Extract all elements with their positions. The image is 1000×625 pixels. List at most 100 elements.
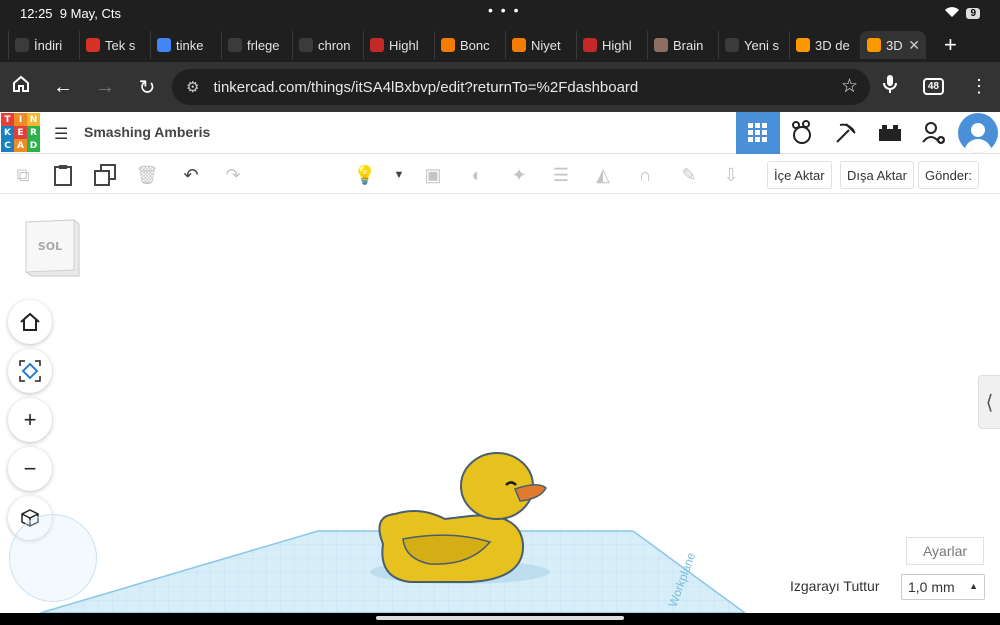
tab-label: Tek s bbox=[105, 37, 136, 53]
logo-letter: C bbox=[1, 139, 14, 152]
globe-icon bbox=[725, 38, 739, 52]
view-cube-label: SOL bbox=[38, 240, 62, 253]
logo-letter: K bbox=[1, 126, 14, 139]
redo-icon[interactable]: ↷ bbox=[220, 162, 246, 188]
status-right: 9 bbox=[944, 6, 980, 21]
settings-button[interactable]: Ayarlar bbox=[906, 537, 984, 565]
duplicate-icon[interactable] bbox=[92, 162, 118, 188]
export-button[interactable]: Dışa Aktar bbox=[840, 161, 914, 189]
home-icon[interactable] bbox=[0, 74, 42, 100]
paint-icon[interactable]: ✎ bbox=[676, 162, 702, 188]
browser-tab[interactable]: Yeni s bbox=[718, 31, 789, 59]
3d-design-view-icon[interactable] bbox=[736, 112, 780, 154]
browser-tab[interactable]: chron bbox=[292, 31, 363, 59]
group-icon[interactable]: ▣ bbox=[420, 162, 446, 188]
browser-tab[interactable]: Niyet bbox=[505, 31, 576, 59]
browser-tab[interactable]: tinke bbox=[150, 31, 221, 59]
browser-tab[interactable]: Highl bbox=[576, 31, 647, 59]
reload-icon[interactable]: ↻ bbox=[126, 75, 168, 100]
browser-tab[interactable]: frlege bbox=[221, 31, 292, 59]
browser-tab[interactable]: Bonc bbox=[434, 31, 505, 59]
ungroup-icon[interactable]: ◐ bbox=[464, 162, 490, 188]
tinkercad-icon bbox=[867, 38, 881, 52]
new-tab-icon[interactable]: + bbox=[944, 32, 957, 58]
tab-label: tinke bbox=[176, 37, 204, 53]
undo-icon[interactable]: ↶ bbox=[178, 162, 204, 188]
pickaxe-icon[interactable] bbox=[824, 112, 868, 154]
design-title[interactable]: Smashing Amberis bbox=[84, 124, 210, 140]
tab-label: Yeni s bbox=[744, 37, 779, 53]
logo-letter: R bbox=[27, 126, 40, 139]
back-arrow-icon[interactable]: ← bbox=[42, 76, 84, 99]
browser-tab[interactable]: Brain bbox=[647, 31, 718, 59]
shape-icon[interactable]: ✦ bbox=[506, 162, 532, 188]
tinkercad-app: TINKERCAD ☰ Smashing Amberis ⧉ 🗑 ↶ ↷ 💡 ▼… bbox=[0, 112, 1000, 613]
chrome-icon bbox=[299, 38, 313, 52]
add-user-icon[interactable] bbox=[912, 112, 956, 154]
magnet-icon[interactable]: ∩ bbox=[632, 162, 658, 188]
highlight-icon bbox=[583, 38, 597, 52]
mirror-icon[interactable]: ◭ bbox=[590, 162, 616, 188]
tab-label: chron bbox=[318, 37, 351, 53]
status-time: 12:25 9 May, Cts bbox=[20, 6, 121, 21]
paste-icon[interactable] bbox=[50, 162, 76, 188]
tab-label: İndiri bbox=[34, 37, 63, 53]
delete-icon[interactable]: 🗑 bbox=[134, 162, 160, 188]
close-tab-icon[interactable]: ✕ bbox=[908, 37, 920, 54]
home-indicator[interactable] bbox=[376, 616, 624, 620]
tab-label: frlege bbox=[247, 37, 280, 53]
tinkercad-icon bbox=[796, 38, 810, 52]
zoom-out-button[interactable]: − bbox=[8, 447, 52, 491]
browser-tab[interactable]: İndiri bbox=[8, 31, 79, 59]
drop-icon[interactable]: ⇩ bbox=[718, 162, 744, 188]
hb-icon bbox=[512, 38, 526, 52]
user-avatar[interactable] bbox=[958, 113, 998, 153]
logo-letter: N bbox=[27, 113, 40, 126]
brick-icon[interactable] bbox=[868, 112, 912, 154]
logo-letter: I bbox=[14, 113, 27, 126]
tab-label: 3D bbox=[886, 37, 903, 53]
microphone-icon[interactable] bbox=[882, 74, 897, 99]
snap-grid-label: Izgarayı Tuttur bbox=[790, 578, 880, 594]
browser-toolbar: ← → ↻ ⚙ tinkercad.com/things/itSA4lBxbvp… bbox=[0, 62, 1000, 112]
home-view-button[interactable] bbox=[8, 300, 52, 344]
3d-viewport[interactable]: Workplane SOL + − ⟨ Ayarlar Izgarayı Tut… bbox=[0, 194, 1000, 613]
browser-tab[interactable]: Tek s bbox=[79, 31, 150, 59]
workplane-scene: Workplane bbox=[39, 452, 747, 613]
orbit-joystick[interactable] bbox=[9, 514, 97, 602]
google-icon bbox=[157, 38, 171, 52]
blocks-view-icon[interactable] bbox=[780, 112, 824, 154]
logo-letter: T bbox=[1, 113, 14, 126]
gmail-icon bbox=[86, 38, 100, 52]
caret-down-icon: ▲ bbox=[969, 581, 978, 591]
view-cube[interactable]: SOL bbox=[24, 218, 81, 277]
address-bar[interactable]: ⚙ tinkercad.com/things/itSA4lBxbvp/edit?… bbox=[172, 69, 870, 105]
send-to-button[interactable]: Gönder: bbox=[918, 161, 979, 189]
browser-tab-strip: İndiri Tek s tinke frlege chron Highl Bonc Niye… bbox=[0, 28, 1000, 62]
import-button[interactable]: İçe Aktar bbox=[767, 161, 832, 189]
bookmark-star-icon[interactable]: ☆ bbox=[841, 75, 858, 98]
snap-grid-select[interactable]: 1,0 mm ▲ bbox=[901, 574, 985, 600]
fit-view-button[interactable] bbox=[8, 349, 52, 393]
more-menu-icon[interactable]: ⋮ bbox=[970, 76, 988, 97]
zoom-in-button[interactable]: + bbox=[8, 398, 52, 442]
shapes-panel-toggle-icon[interactable]: ⟨ bbox=[978, 375, 1000, 429]
site-settings-icon[interactable]: ⚙ bbox=[186, 78, 199, 96]
snap-grid-value: 1,0 mm bbox=[908, 579, 955, 595]
copy-icon[interactable]: ⧉ bbox=[10, 162, 36, 188]
tab-count-button[interactable]: 48 bbox=[922, 78, 944, 95]
tinkercad-logo[interactable]: TINKERCAD bbox=[1, 113, 41, 153]
light-bulb-icon[interactable]: 💡 bbox=[352, 162, 378, 188]
browser-tab[interactable]: Highl bbox=[363, 31, 434, 59]
multitask-dots[interactable]: • • • bbox=[488, 2, 520, 18]
forward-arrow-icon[interactable]: → bbox=[84, 76, 126, 99]
browser-tab[interactable]: 3D de bbox=[789, 31, 860, 59]
align-icon[interactable]: ☰ bbox=[548, 162, 574, 188]
status-bar: 12:25 9 May, Cts • • • 9 bbox=[0, 0, 1000, 28]
browser-tab[interactable]: 3D ✕ bbox=[860, 31, 926, 59]
hamburger-menu-icon[interactable]: ☰ bbox=[54, 124, 68, 144]
logo-letter: D bbox=[27, 139, 40, 152]
globe-icon bbox=[228, 38, 242, 52]
notes-dropdown-icon[interactable]: ▼ bbox=[386, 162, 412, 188]
brain-icon bbox=[654, 38, 668, 52]
